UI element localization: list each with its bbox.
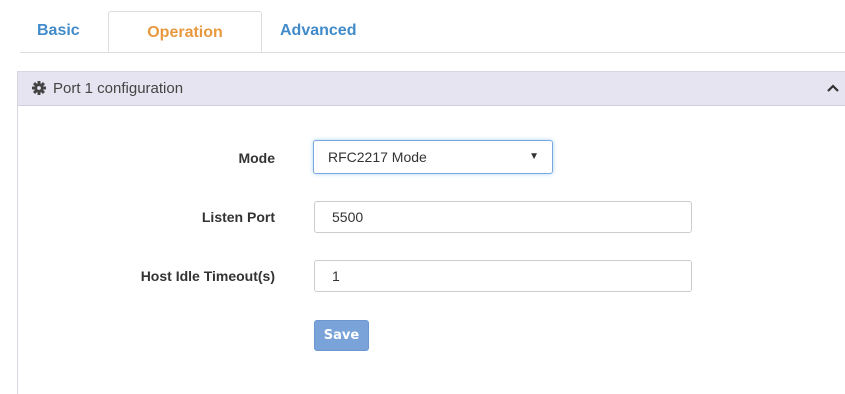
tab-advanced[interactable]: Advanced	[262, 11, 382, 52]
listen-port-label: Listen Port	[201, 209, 275, 225]
mode-select[interactable]: RFC2217 Mode ▼	[313, 140, 553, 174]
host-idle-timeout-input[interactable]: 1	[314, 260, 692, 292]
panel-title: Port 1 configuration	[53, 80, 184, 97]
mode-select-value: RFC2217 Mode	[328, 149, 427, 165]
tab-operation[interactable]: Operation	[108, 11, 262, 52]
mode-label: Mode	[238, 150, 275, 166]
caret-down-icon: ▼	[529, 151, 539, 162]
panel-header[interactable]: Port 1 configuration	[18, 72, 845, 106]
gear-icon	[32, 81, 46, 95]
save-button[interactable]: Save	[314, 320, 369, 351]
chevron-up-icon[interactable]	[825, 80, 841, 96]
host-idle-timeout-label: Host Idle Timeout(s)	[140, 268, 275, 284]
tab-bar: Basic Operation Advanced	[20, 11, 845, 53]
listen-port-input[interactable]: 5500	[314, 201, 692, 233]
tab-basic[interactable]: Basic	[20, 11, 108, 52]
